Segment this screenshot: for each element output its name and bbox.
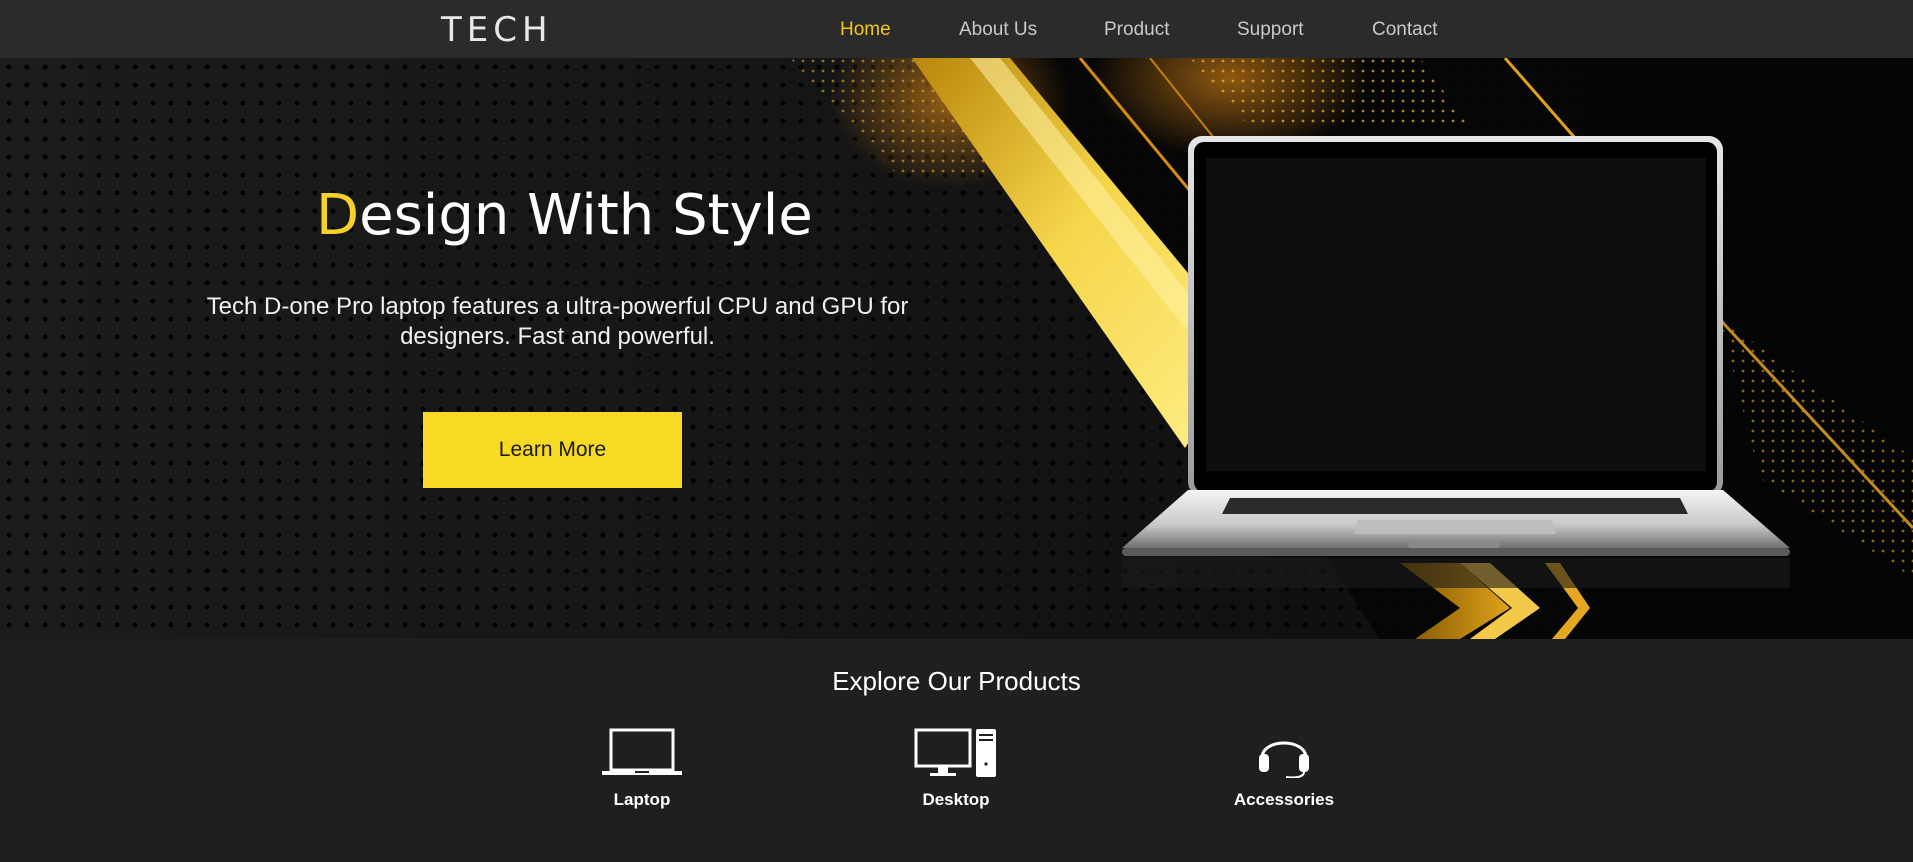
hero-title-first-letter: D	[316, 183, 360, 248]
desktop-icon	[914, 728, 996, 777]
headphones-icon	[1259, 741, 1309, 778]
nav-about-us[interactable]: About Us	[959, 19, 1037, 41]
hero-title: Design With Style	[316, 183, 813, 248]
nav-contact[interactable]: Contact	[1372, 19, 1437, 41]
product-accessories[interactable]: Accessories	[1204, 728, 1364, 810]
hero-section: Design With Style Tech D-one Pro laptop …	[0, 58, 1913, 639]
product-label-laptop: Laptop	[613, 790, 671, 809]
hero-description: Tech D-one Pro laptop features a ultra-p…	[206, 293, 909, 350]
product-label-desktop: Desktop	[922, 790, 990, 809]
laptop-image	[1122, 136, 1790, 588]
laptop-icon	[602, 728, 682, 775]
nav-home[interactable]: Home	[840, 19, 891, 41]
products-heading: Explore Our Products	[832, 666, 1081, 696]
product-label-accessories: Accessories	[1233, 790, 1335, 809]
product-desktop[interactable]: Desktop	[876, 728, 1036, 810]
product-laptop[interactable]: Laptop	[562, 728, 722, 810]
nav-product[interactable]: Product	[1104, 19, 1169, 41]
brand-logo[interactable]: TECH	[441, 10, 553, 50]
nav-support[interactable]: Support	[1237, 19, 1304, 41]
learn-more-button[interactable]: Learn More	[423, 412, 682, 488]
top-navbar: TECH Home About Us Product Support Conta…	[0, 0, 1913, 58]
hero-title-rest: esign With Style	[359, 183, 813, 248]
